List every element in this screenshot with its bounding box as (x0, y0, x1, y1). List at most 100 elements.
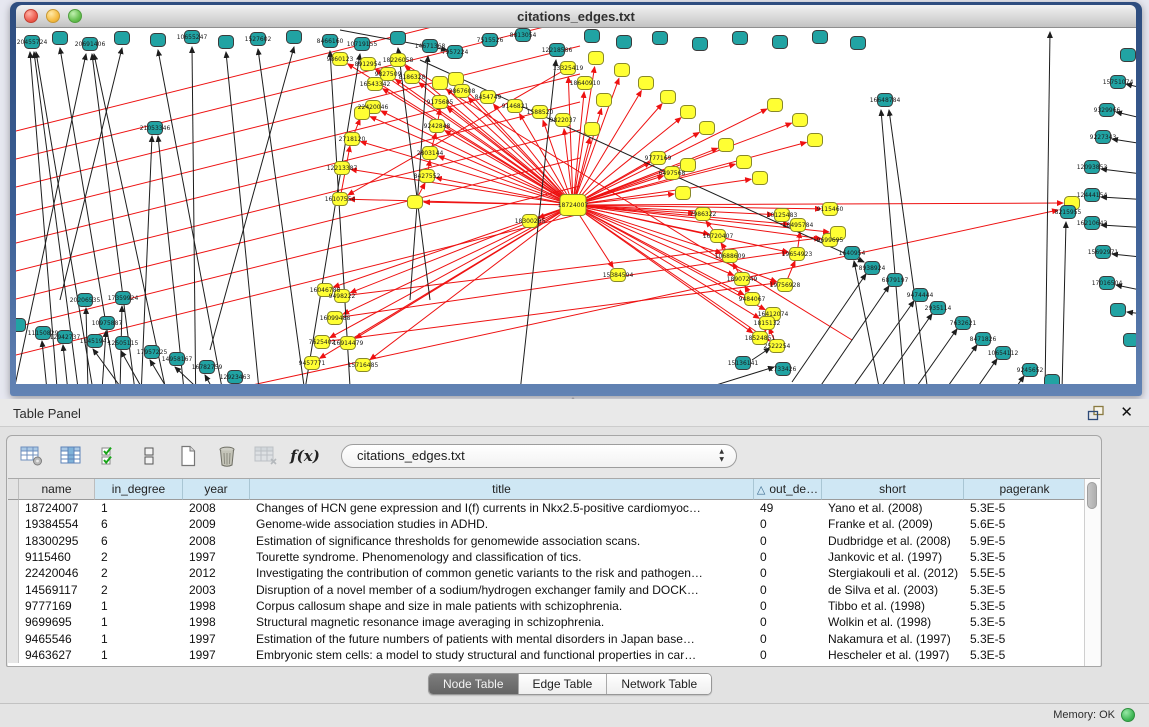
graph-node[interactable] (778, 279, 793, 292)
graph-node[interactable] (116, 292, 131, 305)
graph-node[interactable] (1111, 76, 1126, 89)
graph-node[interactable] (328, 312, 343, 325)
table-cell[interactable]: 1 (95, 599, 183, 613)
table-row[interactable]: 1456911722003Disruption of a novel membe… (8, 581, 1100, 597)
graph-node[interactable] (1100, 277, 1115, 290)
graph-edge[interactable] (858, 314, 932, 384)
graph-node[interactable] (561, 62, 576, 75)
graph-edge[interactable] (445, 131, 573, 205)
table-cell[interactable]: 18724007 (19, 501, 95, 515)
table-cell[interactable]: 1 (95, 632, 183, 646)
graph-node[interactable] (391, 54, 406, 67)
table-cell[interactable]: 2009 (183, 517, 250, 531)
graph-edge[interactable] (63, 345, 70, 384)
graph-node[interactable] (653, 32, 668, 45)
graph-node[interactable] (185, 31, 200, 44)
graph-node[interactable] (420, 170, 435, 183)
table-cell[interactable]: 2008 (183, 534, 250, 548)
graph-node[interactable] (391, 32, 406, 45)
graph-edge[interactable] (258, 49, 310, 384)
graph-node[interactable] (78, 294, 93, 307)
graph-node[interactable] (287, 31, 302, 44)
table-cell[interactable]: Changes of HCN gene expression and I(f) … (250, 501, 754, 515)
graph-node[interactable] (228, 371, 243, 384)
graph-node[interactable] (523, 215, 538, 228)
table-cell[interactable]: 2008 (183, 501, 250, 515)
graph-edge[interactable] (1116, 112, 1136, 120)
graph-node[interactable] (597, 94, 612, 107)
import-table-icon[interactable] (253, 443, 279, 469)
graph-node[interactable] (430, 120, 445, 133)
graph-node[interactable] (381, 68, 396, 81)
graph-edge[interactable] (815, 286, 889, 384)
table-cell[interactable]: 9777169 (19, 599, 95, 613)
table-cell[interactable]: 0 (754, 517, 822, 531)
table-cell[interactable]: 18300295 (19, 534, 95, 548)
table-cell[interactable]: 1 (95, 501, 183, 515)
graph-node[interactable] (408, 196, 423, 209)
graph-node[interactable] (651, 152, 666, 165)
graph-node[interactable] (335, 162, 350, 175)
delete-icon[interactable] (214, 443, 240, 469)
table-cell[interactable]: 5.3E-5 (964, 599, 1086, 613)
graph-node[interactable] (719, 139, 734, 152)
graph-node[interactable] (1100, 104, 1115, 117)
table-cell[interactable]: Tibbo et al. (1998) (822, 599, 964, 613)
graph-node[interactable] (1085, 189, 1100, 202)
column-header-out_de[interactable]: △out_de… (754, 479, 822, 500)
graph-edge[interactable] (573, 205, 777, 282)
table-cell[interactable]: 1998 (183, 615, 250, 629)
graph-node[interactable] (16, 319, 26, 332)
table-cell[interactable]: 5.9E-5 (964, 534, 1086, 548)
graph-edge[interactable] (1101, 225, 1136, 228)
graph-node[interactable] (1085, 217, 1100, 230)
graph-node[interactable] (760, 317, 775, 330)
graph-node[interactable] (550, 44, 565, 57)
graph-node[interactable] (200, 361, 215, 374)
graph-node[interactable] (696, 208, 711, 221)
graph-node[interactable] (931, 302, 946, 315)
graph-node[interactable] (315, 336, 330, 349)
table-cell[interactable]: Investigating the contribution of common… (250, 566, 754, 580)
column-header-title[interactable]: title (250, 479, 754, 500)
table-cell[interactable]: Embryonic stem cells: a model to study s… (250, 648, 754, 662)
graph-node[interactable] (913, 289, 928, 302)
table-cell[interactable]: 6 (95, 534, 183, 548)
table-cell[interactable]: 6 (95, 517, 183, 531)
graph-node[interactable] (323, 35, 338, 48)
graph-node[interactable] (455, 85, 470, 98)
graph-edge[interactable] (752, 348, 770, 360)
graph-node[interactable] (483, 34, 498, 47)
table-cell[interactable]: 5.3E-5 (964, 632, 1086, 646)
graph-node[interactable] (693, 38, 708, 51)
graph-node[interactable] (318, 284, 333, 297)
graph-edge[interactable] (1116, 285, 1136, 290)
graph-node[interactable] (700, 122, 715, 135)
function-builder-icon[interactable]: f(x) (292, 443, 318, 469)
table-cell[interactable]: 2012 (183, 566, 250, 580)
graph-node[interactable] (1124, 334, 1137, 347)
table-cell[interactable]: 1 (95, 615, 183, 629)
memory-indicator[interactable]: Memory: OK (1053, 708, 1135, 722)
graph-node[interactable] (423, 147, 438, 160)
graph-node[interactable] (768, 99, 783, 112)
graph-node[interactable] (335, 290, 350, 303)
table-cell[interactable]: 0 (754, 566, 822, 580)
float-panel-icon[interactable] (1087, 405, 1105, 421)
table-cell[interactable]: Franke et al. (2009) (822, 517, 964, 531)
graph-edge[interactable] (1045, 32, 1050, 384)
graph-edge[interactable] (1062, 222, 1066, 384)
graph-edge[interactable] (700, 367, 774, 384)
graph-node[interactable] (116, 337, 131, 350)
graph-edge[interactable] (320, 205, 573, 358)
graph-node[interactable] (681, 159, 696, 172)
table-cell[interactable]: Jankovic et al. (1997) (822, 550, 964, 564)
graph-edge[interactable] (210, 47, 294, 350)
table-cell[interactable]: 0 (754, 648, 822, 662)
table-cell[interactable]: 0 (754, 615, 822, 629)
new-file-icon[interactable] (175, 443, 201, 469)
table-cell[interactable]: 2 (95, 550, 183, 564)
table-cell[interactable]: 22420046 (19, 566, 95, 580)
graph-node[interactable] (878, 94, 893, 107)
table-cell[interactable]: Nakamura et al. (1997) (822, 632, 964, 646)
